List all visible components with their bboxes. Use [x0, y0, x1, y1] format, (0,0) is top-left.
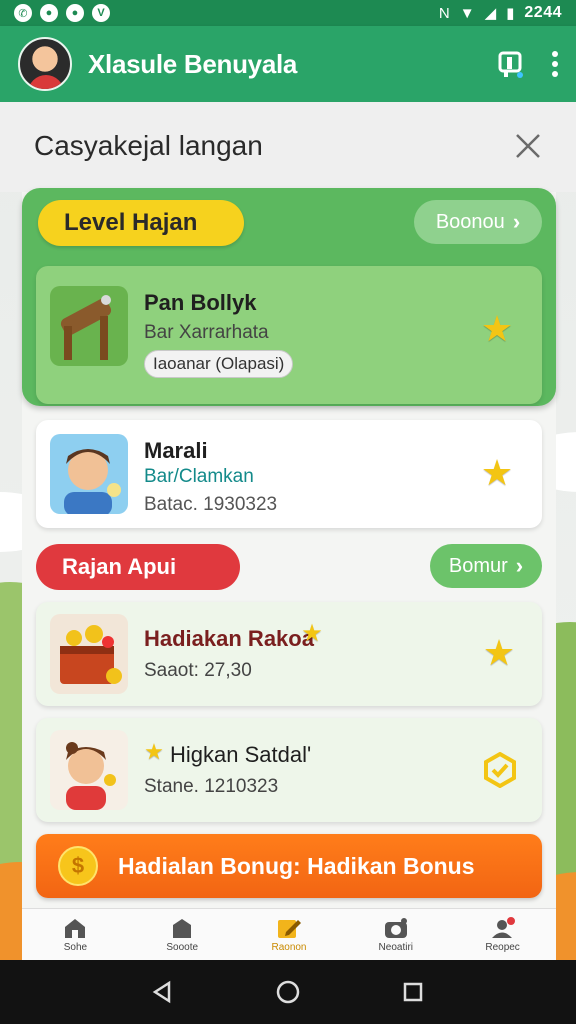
cannon-thumbnail [50, 286, 128, 366]
nav-label: Sohe [63, 941, 88, 953]
nav-label: Neoatiri [378, 941, 414, 953]
item-name: Higkan Satdal' [170, 742, 312, 767]
item-subtitle: Bar Xarrarhata [144, 322, 269, 343]
section-title-level: Level Hajan [38, 200, 244, 246]
item-detail: Batac. 1930323 [144, 494, 278, 515]
badge-icon[interactable] [482, 751, 518, 789]
main-area: Casyakejal langan Level Hajan Boonou › P… [0, 102, 576, 960]
star-icon[interactable]: ★ [478, 454, 516, 492]
avatar[interactable] [18, 37, 72, 91]
nav-item-home[interactable]: Sohe [22, 909, 129, 960]
item-name: Hadiakan Rakoa [144, 626, 314, 651]
whatsapp-icon: ✆ [14, 4, 32, 22]
star-icon: ★ [144, 739, 164, 764]
section-2-bonus-label: Bomur [448, 554, 508, 577]
app-bar: Xlasule Benuyala [0, 26, 576, 102]
character-thumbnail [50, 434, 128, 514]
recents-square-icon [404, 982, 423, 1002]
list-item[interactable]: Marali Bar/Clamkan Batac. 1930323 ★ [36, 420, 542, 528]
item-detail: Stane. 1210323 [144, 776, 279, 797]
status-left-icons: ✆ ● ● V [14, 4, 110, 22]
star-icon: ★ [301, 620, 323, 647]
camera-icon [383, 917, 409, 939]
nav-label: Reopec [485, 941, 520, 953]
app-title: Xlasule Benuyala [88, 48, 298, 79]
profile-icon [490, 916, 516, 939]
item-name: Pan Bollyk [144, 290, 257, 315]
coin-icon: $ [58, 846, 98, 886]
nav-item-edit[interactable]: Raonon [236, 909, 343, 960]
item-detail: Saaot: 27,30 [144, 660, 252, 681]
home-circle-icon [276, 980, 300, 1004]
nav-label: Sooote [166, 941, 199, 953]
home-icon [62, 917, 88, 939]
battery-icon: ▮ [506, 5, 515, 22]
status-bar: ✆ ● ● V N ▼ ◢ ▮ 2244 [0, 0, 576, 26]
treasure-chest-thumbnail [50, 614, 128, 694]
back-triangle-icon [152, 980, 170, 1004]
chevron-right-icon: › [512, 209, 521, 234]
home-button[interactable] [268, 972, 308, 1012]
star-icon[interactable]: ★ [480, 634, 518, 672]
edit-icon [276, 917, 302, 939]
section-1-bonus-label: Boonou [435, 210, 505, 233]
bonus-banner[interactable]: $ Hadialan Bonug: Hadikan Bonus [36, 834, 542, 898]
system-navigation-bar [0, 960, 576, 1024]
vine-icon: V [92, 4, 110, 22]
bottom-sheet: Casyakejal langan Level Hajan Boonou › P… [0, 102, 576, 960]
shop-icon [169, 917, 195, 939]
close-icon [516, 134, 540, 158]
bonus-banner-text: Hadialan Bonug: Hadikan Bonus [118, 852, 475, 879]
list-item[interactable]: Hadiakan Rakoa ★ Saaot: 27,30 ★ [36, 602, 542, 706]
section-title-rajan: Rajan Apui [36, 544, 240, 590]
wifi-icon: ▼ [459, 4, 475, 22]
item-name: Marali [144, 438, 208, 463]
character-thumbnail [50, 730, 128, 810]
more-options-icon[interactable] [552, 51, 558, 77]
list-item[interactable]: Pan Bollyk Bar Xarrarhata Iaoanar (Olapa… [36, 266, 542, 404]
nav-item-shop[interactable]: Sooote [129, 909, 236, 960]
bottom-navigation: Sohe Sooote Raonon Neoatiri Reopec [22, 908, 556, 960]
back-button[interactable] [143, 972, 183, 1012]
game-controller-icon[interactable] [488, 42, 532, 86]
nav-item-camera[interactable]: Neoatiri [342, 909, 449, 960]
nfc-icon: N [438, 4, 450, 22]
chevron-right-icon: › [515, 553, 524, 578]
item-tag: Iaoanar (Olapasi) [144, 350, 294, 378]
nav-item-profile[interactable]: Reopec [449, 909, 556, 960]
notification-icon: ● [40, 4, 58, 22]
signal-icon: ◢ [484, 5, 497, 22]
section-2-bonus-button[interactable]: Bomur › [430, 544, 542, 588]
nav-label: Raonon [271, 941, 307, 953]
notification-icon: ● [66, 4, 84, 22]
recents-button[interactable] [393, 972, 433, 1012]
star-icon[interactable]: ★ [478, 310, 516, 348]
status-time: 2244 [524, 4, 562, 21]
item-subtitle: Bar/Clamkan [144, 466, 254, 487]
status-right-icons: N ▼ ◢ ▮ 2244 [439, 4, 562, 22]
section-1-bonus-button[interactable]: Boonou › [414, 200, 542, 244]
close-button[interactable] [510, 128, 546, 164]
sheet-title: Casyakejal langan [34, 130, 263, 161]
list-item[interactable]: ★ Higkan Satdal' Stane. 1210323 [36, 718, 542, 822]
